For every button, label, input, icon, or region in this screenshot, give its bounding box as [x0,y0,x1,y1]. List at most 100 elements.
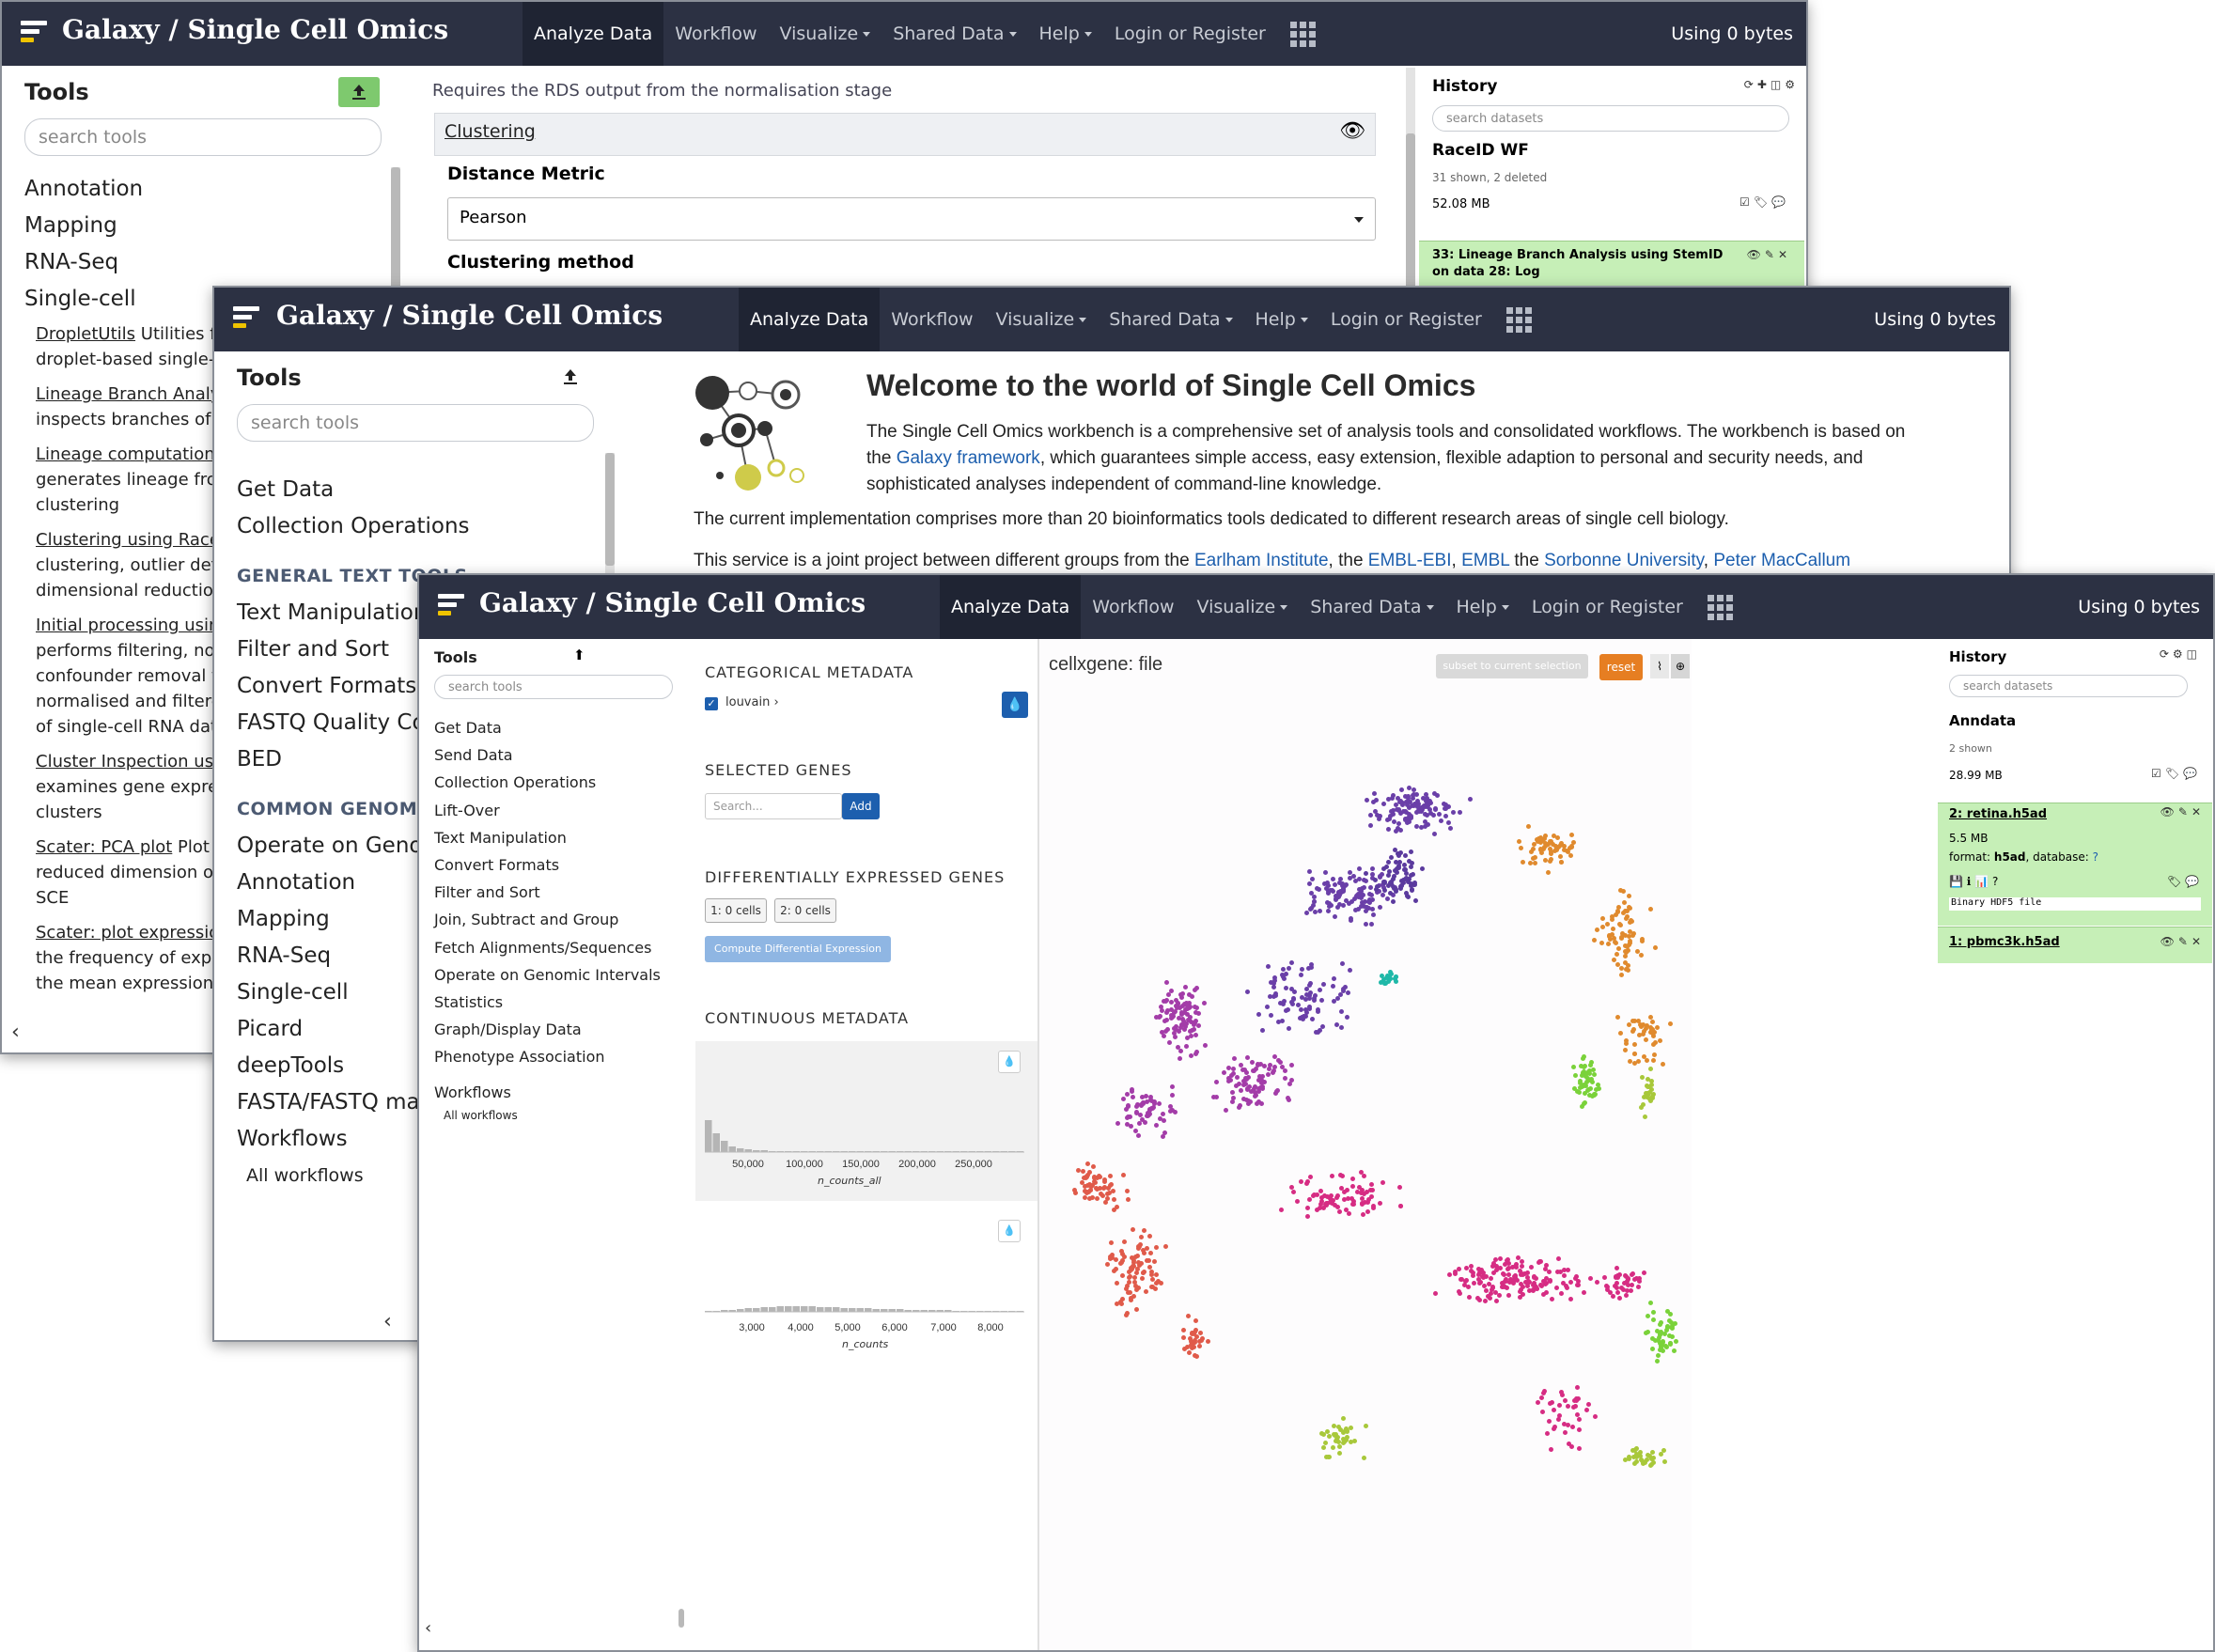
colorby-n-counts-button[interactable]: 💧 [998,1220,1021,1242]
louvain-label[interactable]: louvain › [725,695,779,709]
tool-search-input[interactable]: search tools [237,404,594,442]
upload-button[interactable] [338,77,380,107]
upload-icon[interactable]: ⬆ [573,647,585,663]
nav-analyze-data[interactable]: Analyze Data [523,2,664,66]
tool-section-collection-ops[interactable]: Collection Operations [237,508,470,545]
tool-section-single-cell[interactable]: Single-cell [24,281,143,318]
tool-link[interactable]: Scater: PCA plot [36,837,172,857]
nav-help[interactable]: Help [1445,575,1521,639]
section-title[interactable]: Clustering [445,121,536,142]
add-gene-button[interactable]: Add [842,793,880,819]
tool-link[interactable]: Clustering using Race [36,530,220,550]
edit-icon[interactable]: ✎ [1765,248,1774,261]
tool-section[interactable]: Phenotype Association [434,1043,661,1070]
nav-analyze-data[interactable]: Analyze Data [940,575,1082,639]
gear-icon[interactable]: ⚙ [1785,78,1795,91]
history-name[interactable]: Anndata [1949,712,2016,729]
tool-link[interactable]: Scater: plot expressio [36,923,219,943]
embl-link[interactable]: EMBL [1461,551,1509,570]
brand-title[interactable]: Galaxy / Single Cell Omics [62,14,448,45]
history-item-pbmc[interactable]: 1: pbmc3k.h5ad 👁 ✎ ✕ [1938,927,2212,963]
edit-icon[interactable]: ✎ [2178,935,2188,948]
delete-icon[interactable]: ✕ [1778,248,1787,261]
nav-shared-data[interactable]: Shared Data [881,2,1027,66]
louvain-checkbox[interactable]: ✓ [705,697,718,710]
nav-visualize[interactable]: Visualize [769,2,882,66]
comment-icon[interactable]: 💬 [2185,875,2199,888]
tool-section-annotation[interactable]: Annotation [24,171,143,208]
tool-section[interactable]: Convert Formats [434,851,661,879]
plus-icon[interactable]: ✚ [1757,78,1767,91]
workflows-heading[interactable]: Workflows [434,1079,661,1106]
tool-link[interactable]: Lineage computation [36,444,215,464]
tool-section[interactable]: Statistics [434,989,661,1016]
refresh-icon[interactable]: ⟳ [2160,647,2169,661]
eye-icon[interactable]: 👁 [2160,935,2175,948]
tool-section[interactable]: Collection Operations [434,769,661,796]
brand-title[interactable]: Galaxy / Single Cell Omics [479,587,866,618]
columns-icon[interactable]: ◫ [2187,647,2197,661]
chart-icon[interactable]: 📊 [1974,875,1989,888]
distance-select[interactable]: Pearson [447,197,1376,241]
eye-icon[interactable]: 👁 [1339,119,1365,143]
apps-grid-icon[interactable] [1493,306,1545,333]
nav-workflow[interactable]: Workflow [1081,575,1185,639]
gene-search-input[interactable]: Search... [705,793,842,819]
nav-login[interactable]: Login or Register [1103,2,1277,66]
earlham-link[interactable]: Earlham Institute [1194,551,1329,570]
nav-workflow[interactable]: Workflow [663,2,768,66]
tool-section-mapping[interactable]: Mapping [24,208,143,244]
tool-link[interactable]: Cluster Inspection usi [36,752,218,771]
galaxy-framework-link[interactable]: Galaxy framework [897,448,1040,468]
save-icon[interactable]: 💾 [1949,875,1963,888]
embl-ebi-link[interactable]: EMBL-EBI [1368,551,1452,570]
delete-icon[interactable]: ✕ [2192,805,2201,818]
tool-section[interactable]: Filter and Sort [434,879,661,906]
tool-section[interactable]: Lift-Over [434,797,661,824]
nav-login[interactable]: Login or Register [1521,575,1694,639]
nav-visualize[interactable]: Visualize [1186,575,1300,639]
edit-icon[interactable]: ✎ [2178,805,2188,818]
apps-grid-icon[interactable] [1694,594,1746,620]
columns-icon[interactable]: ◫ [1770,78,1781,91]
nav-analyze-data[interactable]: Analyze Data [739,288,881,351]
comment-icon[interactable]: 💬 [1771,195,1786,209]
brand-title[interactable]: Galaxy / Single Cell Omics [276,300,663,331]
center-scrollbar[interactable] [1406,68,1415,293]
tag-icon[interactable]: 🏷 [2167,875,2181,888]
tool-section-get-data[interactable]: Get Data [237,472,470,508]
history-item-retina[interactable]: 2: retina.h5ad 👁 ✎ ✕ 5.5 MB format: h5ad, … [1938,803,2212,926]
collapse-left-icon[interactable]: ‹ [383,1310,392,1333]
check-icon[interactable]: ☑ [2151,767,2161,780]
tool-panel-scrollbar[interactable] [679,650,684,1637]
nav-help[interactable]: Help [1244,288,1319,351]
cell-set-2-button[interactable]: 2: 0 cells [774,898,836,923]
delete-icon[interactable]: ✕ [2192,935,2201,948]
all-workflows-link[interactable]: All workflows [434,1106,661,1125]
tool-link[interactable]: DropletUtils [36,324,135,344]
nav-login[interactable]: Login or Register [1319,288,1493,351]
tool-section[interactable]: Operate on Genomic Intervals [434,961,661,989]
history-item-title[interactable]: 1: pbmc3k.h5ad [1949,935,2060,949]
nav-shared-data[interactable]: Shared Data [1098,288,1243,351]
sorbonne-link[interactable]: Sorbonne University [1544,551,1704,570]
history-item-title[interactable]: 33: Lineage Branch Analysis using StemID… [1432,247,1724,281]
colorby-n-counts-all-button[interactable]: 💧 [998,1051,1021,1073]
nav-shared-data[interactable]: Shared Data [1299,575,1444,639]
history-search-input[interactable]: search datasets [1432,105,1789,132]
nav-visualize[interactable]: Visualize [985,288,1099,351]
help-icon[interactable]: ? [1992,875,1998,888]
tool-section[interactable]: Join, Subtract and Group [434,906,661,933]
tool-link[interactable]: Initial processing usin [36,616,219,635]
eye-icon[interactable]: 👁 [2160,805,2175,818]
tool-search-input[interactable]: search tools [24,118,382,156]
section-clustering[interactable]: Clustering 👁 [434,113,1376,156]
refresh-icon[interactable]: ⟳ [1744,78,1754,91]
compute-diff-exp-button[interactable]: Compute Differential Expression [705,936,891,962]
history-name[interactable]: RaceID WF [1432,141,1529,160]
cell-set-1-button[interactable]: 1: 0 cells [705,898,767,923]
tool-section[interactable]: Fetch Alignments/Sequences [434,934,661,961]
tag-icon[interactable]: 🏷 [1754,195,1768,209]
info-icon[interactable]: ℹ [1967,875,1972,888]
tool-search-input[interactable]: search tools [434,675,673,699]
